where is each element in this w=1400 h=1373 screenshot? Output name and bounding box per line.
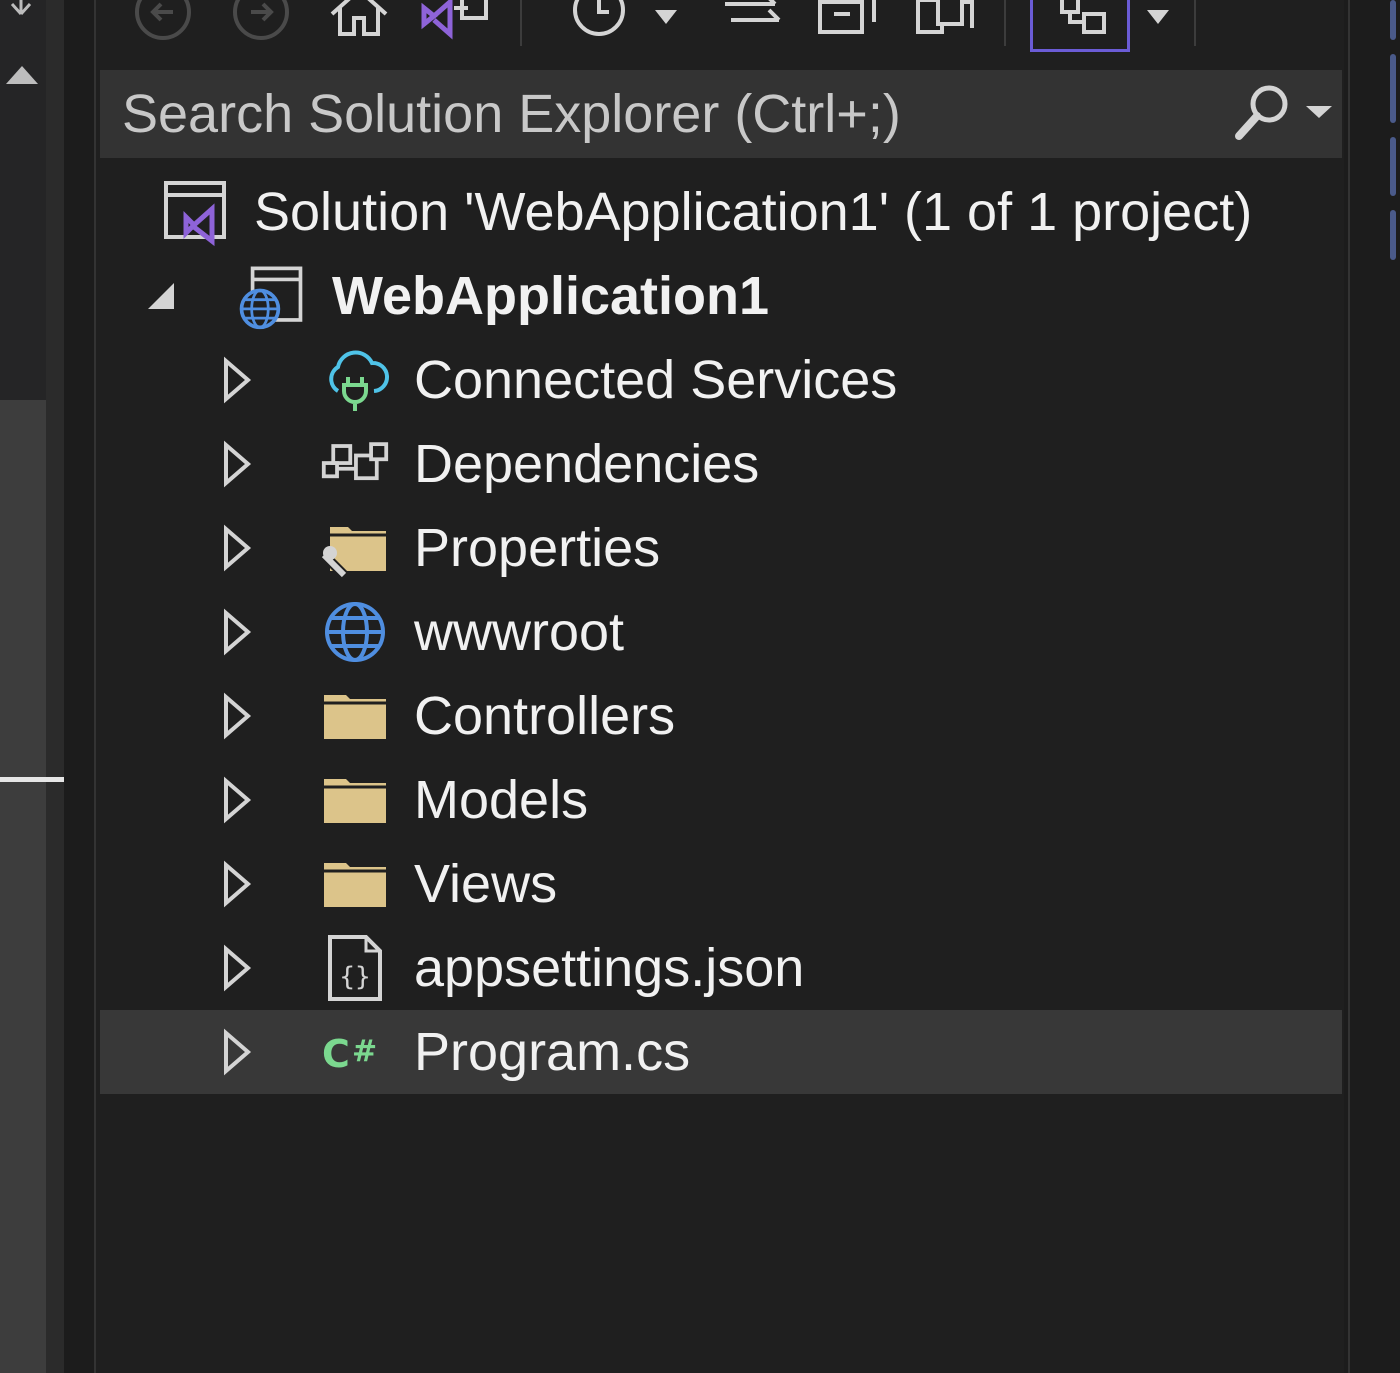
clock-icon bbox=[569, 0, 629, 53]
tree-row-dependencies[interactable]: Dependencies bbox=[100, 422, 1342, 506]
dependencies-icon bbox=[320, 429, 390, 499]
tree-row-connected-services[interactable]: Connected Services bbox=[100, 338, 1342, 422]
collapsed-triangle-icon[interactable] bbox=[220, 607, 254, 657]
tree-item-label: Program.cs bbox=[414, 1021, 690, 1083]
sync-arrows-icon bbox=[717, 0, 787, 53]
collapsed-triangle-icon[interactable] bbox=[220, 943, 254, 993]
collapse-all-icon bbox=[812, 0, 884, 53]
chevron-down-icon bbox=[651, 8, 681, 43]
preview-icon bbox=[1040, 0, 1120, 51]
vs-switch-views-icon bbox=[418, 0, 494, 53]
show-all-files-button[interactable] bbox=[904, 0, 984, 50]
svg-text:C: C bbox=[322, 1032, 350, 1076]
svg-text:{}: {} bbox=[339, 962, 370, 992]
search-icon[interactable] bbox=[1230, 70, 1296, 158]
forward-button[interactable] bbox=[228, 0, 294, 50]
tree-row-solution[interactable]: Solution 'WebApplication1' (1 of 1 proje… bbox=[100, 170, 1342, 254]
solution-tree: Solution 'WebApplication1' (1 of 1 proje… bbox=[100, 170, 1342, 1094]
search-bar bbox=[100, 70, 1342, 158]
toolbar-separator bbox=[520, 0, 522, 46]
switch-views-button[interactable] bbox=[416, 0, 496, 50]
home-button[interactable] bbox=[324, 0, 394, 50]
chevron-down-icon bbox=[1143, 8, 1173, 43]
tree-item-label: Views bbox=[414, 853, 557, 915]
editor-scrollbar[interactable] bbox=[0, 0, 64, 1373]
pending-changes-dropdown[interactable] bbox=[646, 0, 686, 50]
tree-row-views[interactable]: Views bbox=[100, 842, 1342, 926]
preview-dropdown[interactable] bbox=[1138, 0, 1178, 50]
tree-row-appsettings[interactable]: {} appsettings.json bbox=[100, 926, 1342, 1010]
collapsed-triangle-icon[interactable] bbox=[220, 523, 254, 573]
right-tool-window-strip bbox=[1344, 0, 1400, 1373]
expanded-triangle-icon[interactable] bbox=[144, 271, 178, 321]
vs-solution-icon bbox=[160, 177, 230, 247]
back-button[interactable] bbox=[130, 0, 196, 50]
tree-item-label: Dependencies bbox=[414, 433, 759, 495]
tree-item-label: appsettings.json bbox=[414, 937, 804, 999]
folder-icon bbox=[320, 765, 390, 835]
sync-with-active-document-button[interactable] bbox=[712, 0, 792, 50]
search-input[interactable] bbox=[100, 69, 1230, 159]
collapsed-triangle-icon[interactable] bbox=[220, 775, 254, 825]
toolbar-separator bbox=[1004, 0, 1006, 46]
collapsed-triangle-icon[interactable] bbox=[220, 691, 254, 741]
scroll-up-arrow-icon[interactable] bbox=[2, 60, 42, 90]
scrollbar-position-marker bbox=[0, 777, 64, 782]
folder-icon bbox=[320, 849, 390, 919]
scroll-down-arrow-icon[interactable] bbox=[6, 0, 36, 16]
tree-row-controllers[interactable]: Controllers bbox=[100, 674, 1342, 758]
collapsed-triangle-icon[interactable] bbox=[220, 859, 254, 909]
panel-divider[interactable] bbox=[64, 0, 96, 1373]
show-all-files-icon bbox=[908, 0, 980, 53]
collapse-all-button[interactable] bbox=[808, 0, 888, 50]
tree-row-project[interactable]: WebApplication1 bbox=[100, 254, 1342, 338]
solution-label: Solution 'WebApplication1' (1 of 1 proje… bbox=[254, 181, 1252, 243]
connected-services-icon bbox=[320, 345, 390, 415]
tree-item-label: Properties bbox=[414, 517, 660, 579]
solution-explorer-window: Solution 'WebApplication1' (1 of 1 proje… bbox=[0, 0, 1400, 1373]
tree-item-label: Controllers bbox=[414, 685, 675, 747]
csharp-file-icon: C# bbox=[320, 1017, 390, 1087]
preview-selected-items-button[interactable] bbox=[1030, 0, 1130, 52]
tree-row-models[interactable]: Models bbox=[100, 758, 1342, 842]
folder-icon bbox=[320, 681, 390, 751]
tree-row-wwwroot[interactable]: wwwroot bbox=[100, 590, 1342, 674]
collapsed-triangle-icon[interactable] bbox=[220, 1027, 254, 1077]
properties-folder-icon bbox=[320, 513, 390, 583]
globe-icon bbox=[320, 597, 390, 667]
forward-arrow-icon bbox=[231, 0, 291, 53]
json-file-icon: {} bbox=[320, 933, 390, 1003]
scrollbar-thumb[interactable] bbox=[0, 400, 46, 1373]
vertical-tab[interactable] bbox=[1386, 0, 1400, 260]
web-project-icon bbox=[236, 261, 306, 331]
chevron-down-icon bbox=[1304, 102, 1334, 127]
back-arrow-icon bbox=[133, 0, 193, 53]
svg-text:#: # bbox=[352, 1034, 377, 1069]
tree-row-program-cs[interactable]: C# Program.cs bbox=[100, 1010, 1342, 1094]
solution-explorer-toolbar bbox=[98, 0, 1344, 62]
collapsed-triangle-icon[interactable] bbox=[220, 355, 254, 405]
tree-row-properties[interactable]: Properties bbox=[100, 506, 1342, 590]
project-label: WebApplication1 bbox=[332, 265, 769, 327]
tree-item-label: Models bbox=[414, 769, 588, 831]
tree-item-label: wwwroot bbox=[414, 601, 624, 663]
tree-item-label: Connected Services bbox=[414, 349, 897, 411]
search-options-dropdown[interactable] bbox=[1296, 70, 1342, 158]
toolbar-separator bbox=[1194, 0, 1196, 46]
home-icon bbox=[326, 0, 392, 53]
pending-changes-filter-button[interactable] bbox=[564, 0, 634, 50]
collapsed-triangle-icon[interactable] bbox=[220, 439, 254, 489]
